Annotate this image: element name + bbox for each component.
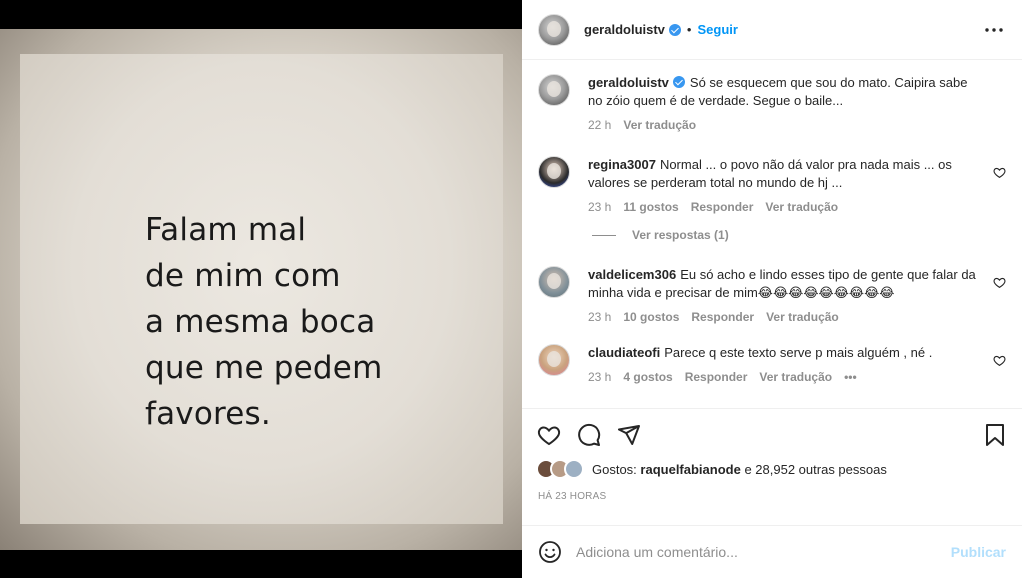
likes-prefix: Gostos: [592,461,637,477]
comments-list[interactable]: geraldoluistv Só se esquecem que sou do m… [522,60,1022,408]
like-comment-heart-icon[interactable] [993,166,1006,179]
save-bookmark-icon[interactable] [982,422,1008,448]
like-comment-heart-icon[interactable] [993,276,1006,289]
comment-text: Parece q este texto serve p mais alguém … [664,345,933,360]
caption-avatar[interactable] [538,74,570,106]
comment-bubble-icon[interactable] [576,422,602,448]
liker-username[interactable]: raquelfabianode [640,462,740,477]
post-image: Falam mal de mim com a mesma boca que me… [0,29,522,550]
comment-username[interactable]: regina3007 [588,157,656,172]
comment-item: valdelicem306 Eu só acho e lindo esses ti… [538,266,1006,324]
likes-suffix[interactable]: e 28,952 outras pessoas [744,462,886,477]
reply-button[interactable]: Responder [691,310,754,324]
comment-username[interactable]: valdelicem306 [588,267,676,282]
replies-line [592,234,616,236]
post-media[interactable]: Falam mal de mim com a mesma boca que me… [0,0,522,578]
quote-text: Falam mal de mim com a mesma boca que me… [145,212,383,432]
caption-meta: 22 h Ver tradução [588,118,978,132]
liker-avatars [536,459,584,479]
reply-button[interactable]: Responder [685,370,748,384]
follow-button[interactable]: Seguir [697,22,737,37]
translate-link[interactable]: Ver tradução [766,310,839,324]
comment-meta: 23 h 11 gostos Responder Ver tradução [588,200,978,214]
comment-username[interactable]: claudiateofi [588,345,660,360]
comment-likes[interactable]: 4 gostos [623,370,672,384]
like-heart-icon[interactable] [536,422,562,448]
caption-username[interactable]: geraldoluistv [588,75,669,90]
caption-time[interactable]: 22 h [588,118,611,132]
comment-item: regina3007 Normal ... o povo não dá valor… [538,156,1006,214]
post-header: geraldoluistv • Seguir [522,0,1022,60]
comment-avatar[interactable] [538,344,570,376]
comment-meta: 23 h 10 gostos Responder Ver tradução [588,310,978,324]
translate-link[interactable]: Ver tradução [765,200,838,214]
comment-text-block: claudiateofi Parece q este texto serve p … [588,344,978,362]
comment-text-block: regina3007 Normal ... o povo não dá valor… [588,156,978,192]
likes-summary[interactable]: Gostos: raquelfabianode e 28,952 outras … [536,459,1008,479]
more-options-icon[interactable] [982,18,1006,42]
comment-avatar[interactable] [538,156,570,188]
comment-meta: 23 h 4 gostos Responder Ver tradução ••• [588,370,978,384]
like-comment-heart-icon[interactable] [993,354,1006,367]
instagram-post-view: Falam mal de mim com a mesma boca que me… [0,0,1022,578]
comment-avatar[interactable] [538,266,570,298]
view-replies-button[interactable]: Ver respostas (1) [592,228,1006,242]
post-timestamp[interactable]: HÁ 23 HORAS [538,491,1008,502]
post-comment-button[interactable]: Publicar [951,544,1006,560]
verified-badge-icon [672,76,685,88]
comment-composer: Publicar [522,525,1022,578]
comment-time[interactable]: 23 h [588,310,611,324]
separator-dot: • [686,22,692,37]
author-avatar[interactable] [538,13,570,46]
comment-time[interactable]: 23 h [588,200,611,214]
translate-link[interactable]: Ver tradução [759,370,832,384]
comment-input[interactable] [576,544,951,560]
view-replies-label: Ver respostas (1) [632,228,729,242]
verified-badge-icon [668,23,681,36]
action-icons [536,419,1008,451]
comment-likes[interactable]: 10 gostos [623,310,679,324]
reply-button[interactable]: Responder [691,200,754,214]
caption-translate-link[interactable]: Ver tradução [623,118,696,132]
caption: geraldoluistv Só se esquecem que sou do m… [538,74,1006,132]
author-username[interactable]: geraldoluistv [584,22,665,37]
share-send-icon[interactable] [616,422,642,448]
caption-text-block: geraldoluistv Só se esquecem que sou do m… [588,74,978,110]
emoji-icon[interactable] [538,540,562,564]
comment-time[interactable]: 23 h [588,370,611,384]
post-actions: Gostos: raquelfabianode e 28,952 outras … [522,408,1022,526]
comment-likes[interactable]: 11 gostos [623,200,678,214]
post-panel: geraldoluistv • Seguir geraldoluistv Só s… [522,0,1022,578]
comment-more-icon[interactable]: ••• [844,370,857,384]
comment-item: claudiateofi Parece q este texto serve p … [538,344,1006,384]
comment-text-block: valdelicem306 Eu só acho e lindo esses ti… [588,266,978,302]
